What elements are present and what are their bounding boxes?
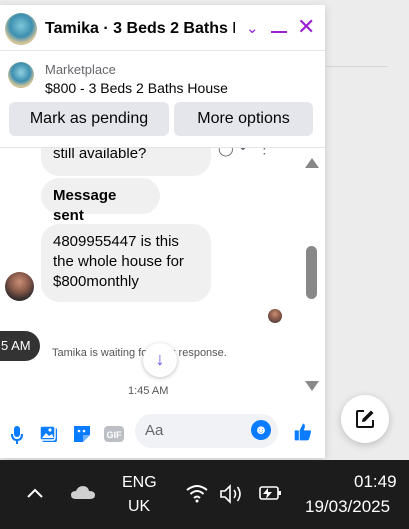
scroll-up-arrow[interactable] — [305, 158, 319, 168]
contact-avatar[interactable] — [5, 13, 37, 45]
minimize-icon[interactable] — [271, 31, 287, 33]
composer-bar: GIF Aa ☻ — [0, 398, 325, 458]
emoji-icon[interactable]: ☻ — [251, 420, 271, 440]
close-icon[interactable]: ✕ — [297, 16, 315, 38]
gif-icon[interactable]: GIF — [103, 424, 125, 444]
chat-title[interactable]: Tamika · 3 Beds 2 Baths H... — [45, 20, 235, 38]
background-divider — [326, 66, 388, 67]
reply-icon[interactable]: ↶ — [240, 148, 258, 156]
chat-window: Tamika · 3 Beds 2 Baths H... ⌄ ✕ Marketp… — [0, 5, 325, 458]
sender-avatar[interactable] — [5, 272, 34, 301]
chevron-up-icon[interactable] — [26, 487, 44, 499]
waiting-status: Tamika is waiting for your response. — [52, 347, 227, 359]
taskbar: ENG UK 01:49 19/03/2025 — [0, 460, 409, 529]
message-bubble[interactable]: 4809955447 is this the whole house for $… — [41, 224, 211, 302]
marketplace-panel: Marketplace $800 - 3 Beds 2 Baths House … — [0, 51, 325, 147]
clock-time[interactable]: 01:49 — [354, 472, 397, 492]
timestamp-tooltip: 5 AM — [0, 331, 40, 361]
scroll-down-icon[interactable]: ↓ — [143, 343, 177, 377]
chat-header: Tamika · 3 Beds 2 Baths H... ⌄ ✕ — [0, 5, 325, 51]
message-list[interactable]: ◯↶⋮ still available? Message sent 480995… — [0, 147, 325, 399]
scroll-down-arrow[interactable] — [305, 381, 319, 391]
clock-date[interactable]: 19/03/2025 — [305, 497, 390, 517]
more-icon[interactable]: ⋮ — [257, 148, 277, 156]
volume-icon[interactable] — [219, 484, 245, 504]
compose-icon — [356, 410, 374, 428]
message-actions[interactable]: ◯↶⋮ — [218, 148, 277, 157]
new-message-button[interactable] — [341, 395, 389, 443]
message-bubble[interactable]: still available? — [41, 148, 211, 176]
message-timestamp: 1:45 AM — [128, 385, 169, 397]
read-receipt-avatar — [268, 309, 282, 323]
message-input-placeholder: Aa — [145, 422, 164, 439]
language-code[interactable]: ENG — [122, 474, 157, 492]
react-icon[interactable]: ◯ — [218, 148, 240, 156]
like-icon[interactable] — [291, 422, 315, 442]
listing-thumbnail[interactable] — [8, 62, 34, 88]
chevron-down-icon[interactable]: ⌄ — [246, 19, 259, 37]
listing-title[interactable]: $800 - 3 Beds 2 Baths House — [45, 80, 228, 96]
sticker-icon[interactable] — [72, 424, 92, 444]
scrollbar-thumb[interactable] — [306, 246, 317, 299]
battery-charging-icon[interactable] — [257, 484, 283, 502]
message-bubble[interactable]: Message sent — [41, 178, 160, 224]
keyboard-region[interactable]: UK — [128, 498, 150, 516]
mark-as-pending-button[interactable]: Mark as pending — [9, 102, 169, 136]
photo-icon[interactable] — [39, 424, 59, 444]
marketplace-label: Marketplace — [45, 62, 116, 77]
svg-text:GIF: GIF — [107, 430, 123, 440]
microphone-icon[interactable] — [10, 425, 24, 445]
message-input[interactable]: Aa ☻ — [135, 414, 278, 448]
onedrive-icon[interactable] — [70, 484, 96, 500]
wifi-icon[interactable] — [185, 483, 209, 503]
more-options-button[interactable]: More options — [174, 102, 313, 136]
